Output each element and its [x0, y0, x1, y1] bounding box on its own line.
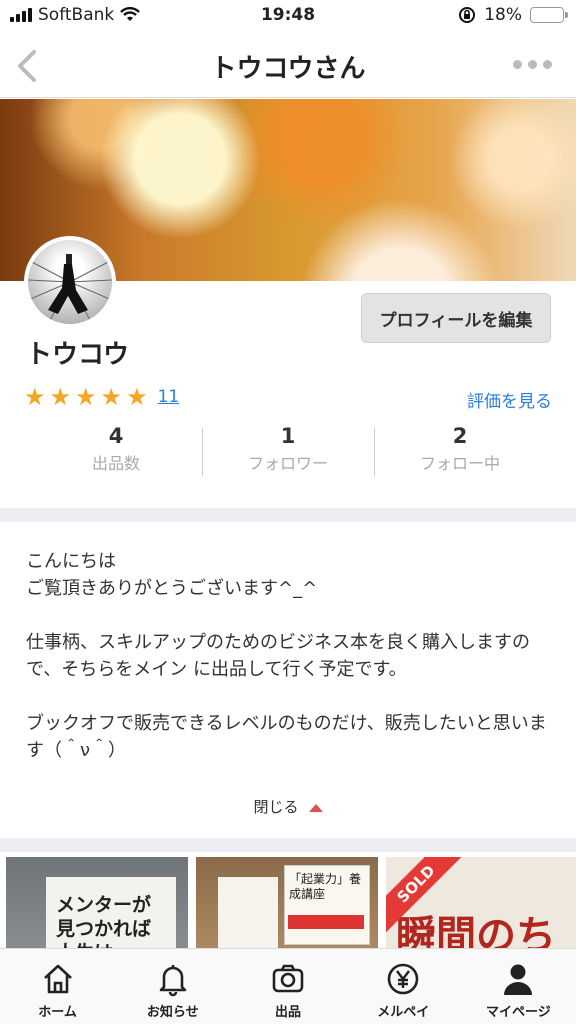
stat-number: 1: [280, 424, 296, 448]
review-count-link[interactable]: 11: [158, 387, 180, 407]
star-icon: ★: [126, 383, 148, 411]
stat-number: 2: [452, 424, 468, 448]
collapse-bio-button[interactable]: 閉じる: [0, 796, 576, 817]
stat-number: 4: [108, 424, 124, 448]
camera-icon: [272, 964, 304, 993]
tab-sell[interactable]: 出品: [230, 949, 345, 1024]
book-band: [288, 915, 364, 929]
status-right: 18%: [458, 5, 568, 25]
tab-label: マイページ: [486, 1005, 551, 1020]
stat-following[interactable]: 2 フォロー中: [374, 424, 546, 480]
tab-label: 出品: [275, 1005, 302, 1020]
tab-label: メルペイ: [377, 1005, 430, 1020]
username: トウコウ: [26, 340, 129, 370]
listing-item[interactable]: メンターが 見つかれば 人生は: [6, 857, 188, 949]
section-divider: [0, 508, 576, 522]
tab-merpay[interactable]: メルペイ: [346, 949, 461, 1024]
battery-percent: 18%: [484, 5, 522, 25]
battery-icon: [530, 7, 568, 23]
section-divider: [0, 838, 576, 852]
listing-item[interactable]: 瞬間のちか SOLD: [386, 857, 576, 949]
stat-label: フォロワー: [247, 454, 328, 473]
bio-paragraph: 仕事柄、スキルアップのためのビジネス本を良く購入しますので、そちらをメイン に出…: [26, 632, 530, 680]
item-cover-text: メンターが 見つかれば 人生は: [46, 877, 176, 949]
bio-paragraph: ブックオフで販売できるレベルのものだけ、販売したいと思います（＾ν＾）: [26, 713, 547, 761]
profile-stats: 4 出品数 1 フォロワー 2 フォロー中: [30, 424, 546, 480]
navigation-bar: トウコウさん: [0, 34, 576, 98]
star-icon: ★: [24, 383, 46, 411]
collapse-label: 閉じる: [253, 798, 299, 816]
home-icon: [43, 964, 72, 994]
tab-mypage[interactable]: マイページ: [461, 949, 576, 1024]
star-icon: ★: [75, 383, 97, 411]
bio-paragraph: こんにちは ご覧頂きありがとうございます^_^: [26, 551, 318, 599]
book-cover: 「起業力」養成講座: [284, 865, 370, 945]
stat-listings[interactable]: 4 出品数: [30, 424, 202, 480]
avatar[interactable]: [24, 236, 116, 328]
view-reviews-link[interactable]: 評価を見る: [467, 387, 552, 412]
book-cover: [218, 877, 278, 949]
status-bar: SoftBank 19:48 18%: [0, 0, 576, 34]
avatar-image: [28, 240, 112, 324]
caret-up-icon: [308, 803, 323, 812]
item-cover-text: 「起業力」養成講座: [289, 872, 362, 901]
listing-grid: メンターが 見つかれば 人生は 「起業力」養成講座 瞬間のちか SOLD: [0, 857, 576, 949]
profile-bio: こんにちは ご覧頂きありがとうございます^_^ 仕事柄、スキルアップのためのビジ…: [26, 548, 556, 791]
stat-followers[interactable]: 1 フォロワー: [202, 424, 374, 480]
tab-home[interactable]: ホーム: [0, 949, 115, 1024]
stat-label: フォロー中: [419, 454, 500, 473]
person-icon: [504, 964, 533, 995]
page-title: トウコウさん: [210, 54, 366, 84]
rotation-lock-icon: [459, 7, 476, 23]
stat-label: 出品数: [91, 454, 140, 473]
more-options-icon[interactable]: [513, 60, 552, 69]
edit-profile-button[interactable]: プロフィールを編集: [361, 293, 551, 343]
rating-stars[interactable]: ★ ★ ★ ★ ★ 11: [24, 385, 179, 409]
star-icon: ★: [49, 383, 72, 411]
yen-icon: [387, 963, 419, 995]
bell-icon: [159, 965, 187, 997]
listing-item[interactable]: 「起業力」養成講座: [196, 857, 378, 949]
tab-bar: ホーム お知らせ 出品 メルペイ マイページ: [0, 948, 576, 1024]
tab-label: お知らせ: [146, 1005, 199, 1020]
tab-label: ホーム: [38, 1005, 77, 1020]
star-icon: ★: [100, 383, 123, 411]
tab-notifications[interactable]: お知らせ: [115, 949, 230, 1024]
